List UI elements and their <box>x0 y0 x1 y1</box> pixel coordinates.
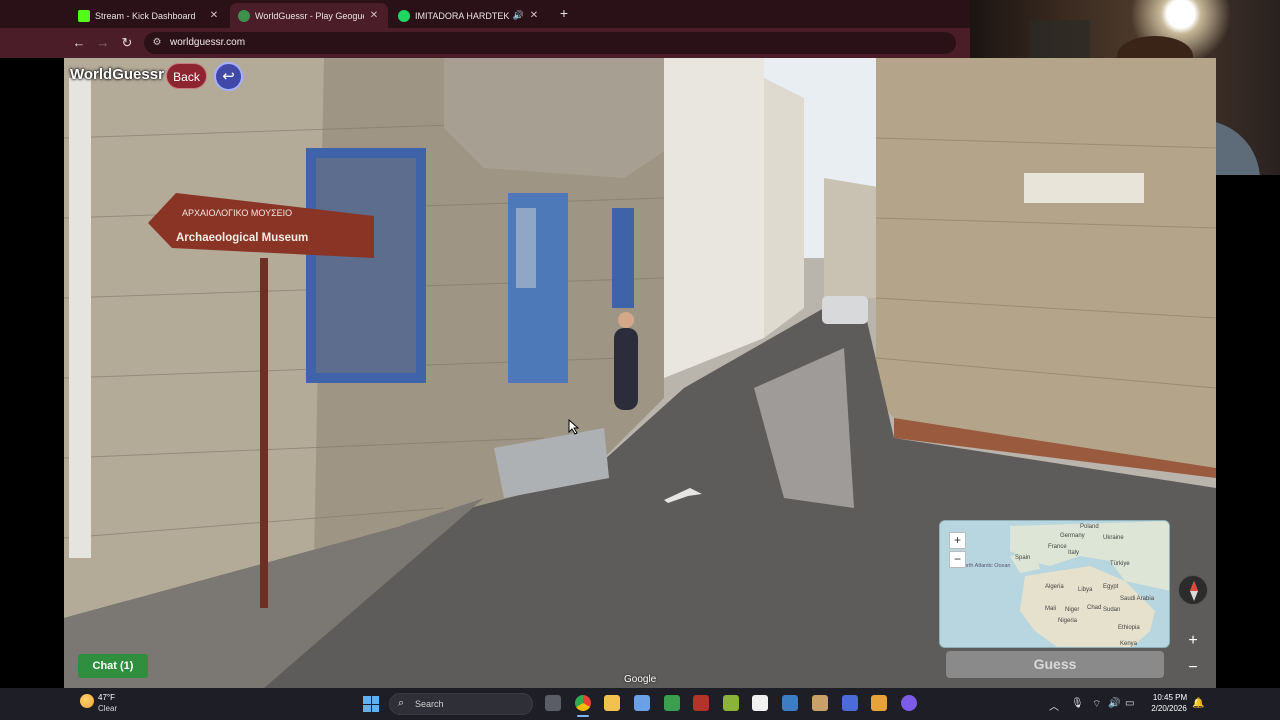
map-label-saudi-arabia: Saudi Arabia <box>1120 596 1155 602</box>
chrome-icon[interactable] <box>575 695 591 711</box>
browser-toolbar: ← → ↻ ⚙ worldguessr.com <box>0 28 970 58</box>
zoom-out-icon[interactable]: − <box>1183 658 1203 678</box>
compass-graphic <box>1190 581 1198 601</box>
close-icon[interactable]: ✕ <box>528 10 540 21</box>
map-label-spain: Spain <box>1015 555 1030 561</box>
street-nav-arrow-icon[interactable] <box>664 484 704 504</box>
map-label-france: France <box>1048 544 1067 550</box>
google-attribution: Google <box>624 674 657 685</box>
tab-label: WorldGuessr - Play Geoguessr <box>255 10 364 21</box>
mouse-cursor-icon <box>568 419 580 435</box>
weather-description: Clear <box>98 704 118 713</box>
worldguessr-icon <box>238 9 250 22</box>
map-label-sudan: Sudan <box>1103 607 1120 613</box>
app-icon-green[interactable] <box>664 695 680 711</box>
map-label-ethiopia: Ethiopia <box>1118 625 1140 631</box>
active-app-indicator <box>577 715 589 717</box>
game-back-button[interactable]: Back <box>166 63 207 89</box>
map-label-nigeria: Nigeria <box>1058 618 1078 624</box>
map-label-germany: Germany <box>1060 533 1085 539</box>
sign-greek-text: ΑΡΧΑΙΟΛΟΓΙΚΟ ΜΟΥΣΕΙΟ <box>182 208 292 218</box>
file-explorer-icon[interactable] <box>604 695 620 711</box>
volume-icon[interactable]: 🔊 <box>1108 698 1120 709</box>
close-icon[interactable]: ✕ <box>208 10 220 21</box>
browser-tab-bar: Stream - Kick Dashboard ✕ WorldGuessr - … <box>0 0 970 28</box>
forward-arrow-icon[interactable]: → <box>94 34 112 52</box>
minimap-zoom-out-button[interactable]: − <box>949 551 966 568</box>
tab-worldguessr[interactable]: WorldGuessr - Play Geoguessr ✕ <box>230 3 388 28</box>
windows-start-icon[interactable] <box>363 696 379 712</box>
sign-english-text: Archaeological Museum <box>176 232 308 244</box>
app-icon-blue[interactable] <box>782 695 798 711</box>
map-label-ukraine: Ukraine <box>1103 535 1124 541</box>
map-label-niger: Niger <box>1065 607 1079 613</box>
map-label-poland: Poland <box>1080 524 1099 530</box>
app-icon-lime[interactable] <box>723 695 739 711</box>
tab-kick-dashboard[interactable]: Stream - Kick Dashboard ✕ <box>70 3 228 28</box>
zoom-in-icon[interactable]: + <box>1183 631 1203 651</box>
app-icon-tan[interactable] <box>812 695 828 711</box>
chat-button[interactable]: Chat (1) <box>78 654 148 678</box>
return-to-start-icon[interactable]: ↩ <box>214 62 243 91</box>
compass-icon[interactable] <box>1178 575 1208 605</box>
map-label-libya: Libya <box>1078 587 1093 593</box>
microphone-icon[interactable]: 🎙 <box>1071 698 1084 709</box>
minimap-zoom-in-button[interactable]: + <box>949 532 966 549</box>
search-icon: ⌕ <box>398 697 405 709</box>
new-tab-button[interactable]: + <box>556 5 572 21</box>
map-label-algeria: Algeria <box>1045 584 1064 590</box>
search-placeholder: Search <box>415 699 444 709</box>
guess-minimap[interactable]: Poland Germany Ukraine France Spain Ital… <box>939 520 1170 648</box>
address-bar[interactable]: ⚙ worldguessr.com <box>144 32 956 54</box>
task-view-icon[interactable] <box>545 695 561 711</box>
weather-temperature: 47°F <box>98 693 115 702</box>
app-icon-red[interactable] <box>693 695 709 711</box>
microsoft-store-icon[interactable] <box>634 695 650 711</box>
weather-icon[interactable] <box>80 694 94 708</box>
map-label-chad: Chad <box>1087 605 1101 611</box>
close-icon[interactable]: ✕ <box>368 10 380 21</box>
back-arrow-icon[interactable]: ← <box>70 34 88 52</box>
show-hidden-icons-chevron-icon[interactable]: ︿ <box>1049 698 1059 713</box>
worldguessr-logo: WorldGuessr <box>70 66 164 83</box>
site-settings-icon[interactable]: ⚙ <box>150 36 164 50</box>
discord-icon[interactable] <box>901 695 917 711</box>
tab-label: IMITADORA HARDTEKK - U <box>415 10 510 21</box>
battery-icon[interactable]: ▭ <box>1125 698 1134 709</box>
map-label-mali: Mali <box>1045 606 1056 612</box>
app-icon-indigo[interactable] <box>842 695 858 711</box>
tab-label: Stream - Kick Dashboard <box>95 10 196 21</box>
minimap-graphic: Poland Germany Ukraine France Spain Ital… <box>940 521 1169 647</box>
document-icon[interactable] <box>752 695 768 711</box>
spotify-icon <box>398 9 410 22</box>
wifi-icon[interactable]: ⌔ <box>1092 698 1101 711</box>
url-text: worldguessr.com <box>170 37 246 48</box>
map-label-turkey: Türkiye <box>1110 561 1130 567</box>
taskbar-clock-time[interactable]: 10:45 PM <box>1151 693 1189 702</box>
speaker-icon[interactable]: 🔊 <box>513 10 524 21</box>
map-label-egypt: Egypt <box>1103 584 1119 590</box>
taskbar-clock-date[interactable]: 2/20/2026 <box>1147 704 1191 713</box>
map-label-italy: Italy <box>1068 550 1079 556</box>
tab-spotify[interactable]: IMITADORA HARDTEKK - U 🔊 ✕ <box>390 3 548 28</box>
reload-icon[interactable]: ↻ <box>118 34 136 52</box>
kick-icon <box>78 9 90 22</box>
taskbar-search[interactable]: ⌕ Search <box>389 693 533 715</box>
app-icon-orange[interactable] <box>871 695 887 711</box>
map-label-north-atlantic: North Atlantic Ocean <box>960 563 1010 569</box>
notification-bell-icon[interactable]: 🔔 <box>1192 698 1204 709</box>
map-label-kenya: Kenya <box>1120 641 1138 647</box>
guess-button[interactable]: Guess <box>946 651 1164 678</box>
